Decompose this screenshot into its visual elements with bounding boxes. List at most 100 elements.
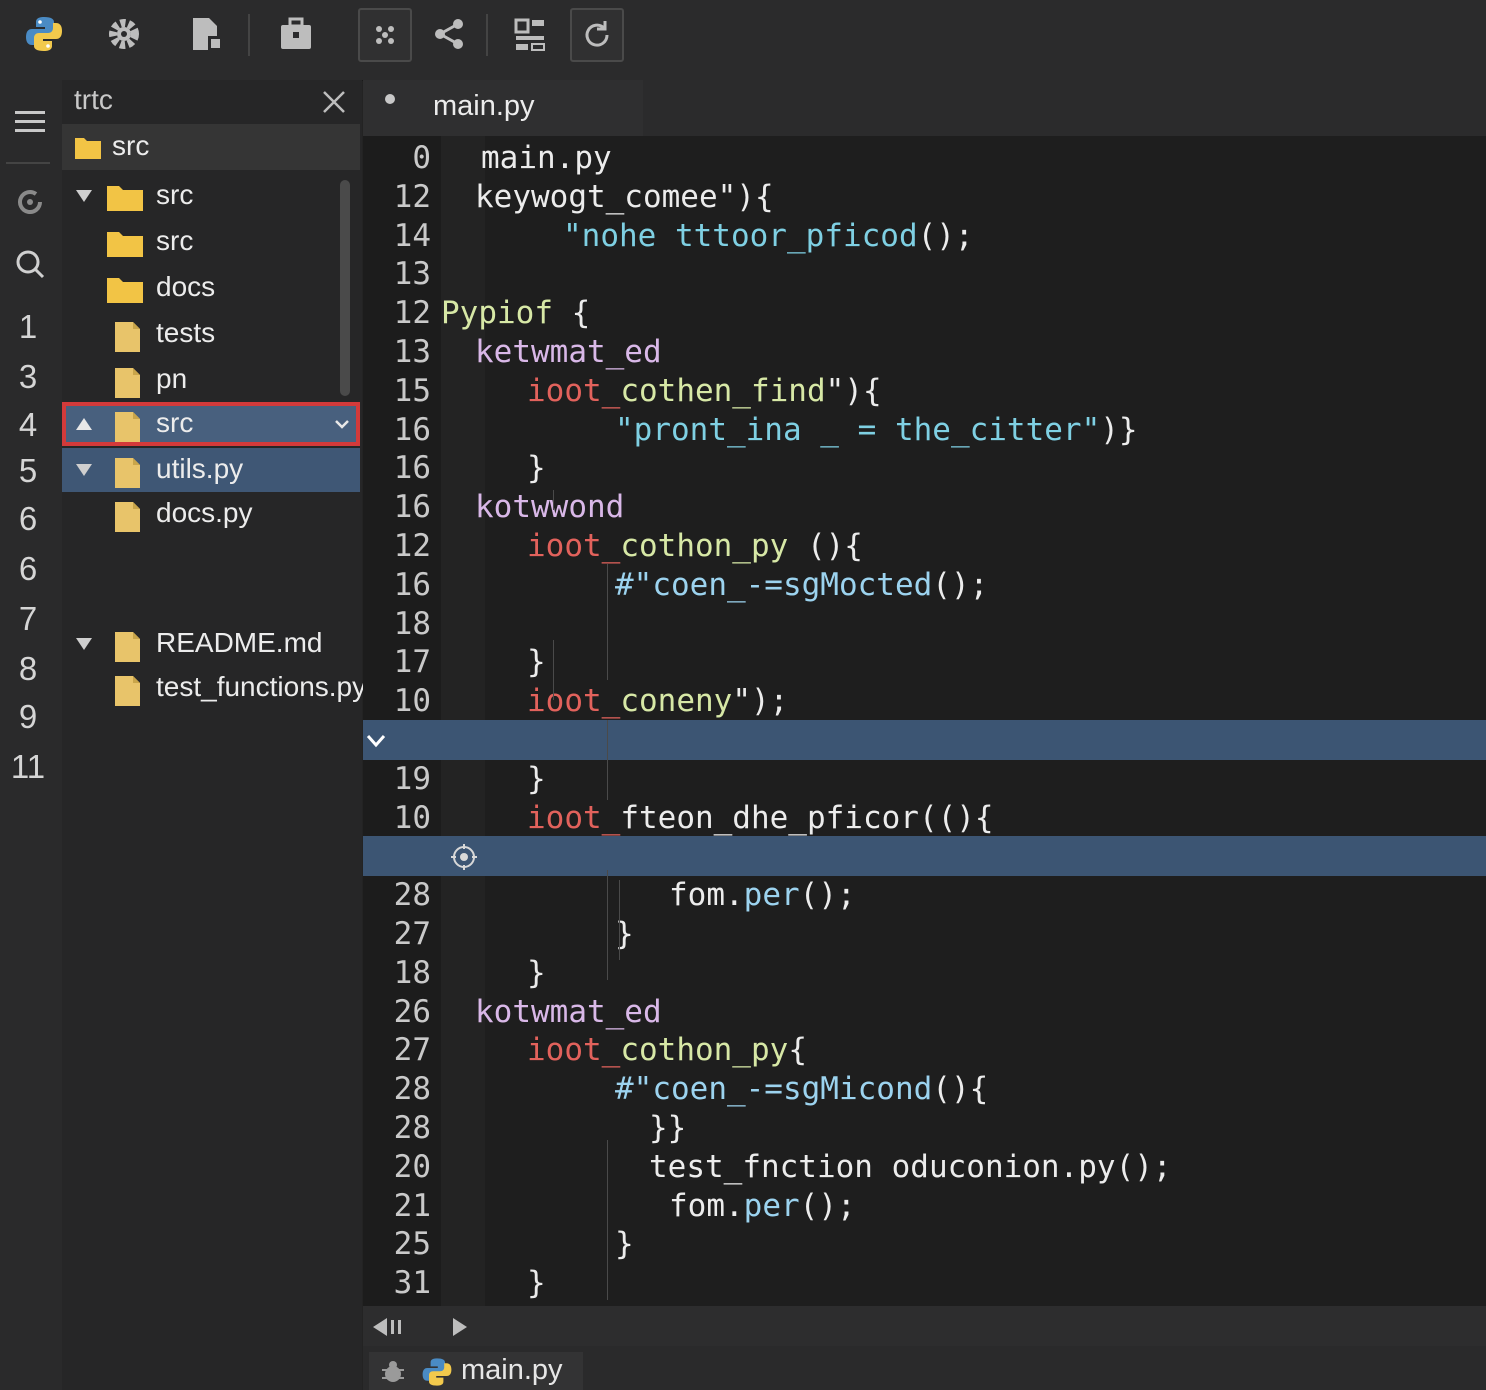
activity-number: 3 [18,358,38,395]
chevron-down-icon[interactable] [334,416,350,436]
line-number: 28 [393,1071,431,1108]
code-token: ioot_ [527,528,621,564]
tree-item-label: utils.py [156,453,244,484]
code-line: main.py [481,140,612,176]
code-token: #"coen_-=sgMocted [615,566,933,603]
caret-down-icon[interactable] [74,634,94,654]
code-token: (); [932,566,989,603]
explorer-root[interactable]: src [62,124,360,170]
tree-file-item[interactable]: README.md [62,622,360,666]
code-token: )} [1100,411,1138,448]
tree-item-label: src [156,179,194,210]
tree-folder-item[interactable]: docs [62,266,360,310]
close-icon[interactable] [318,86,350,118]
tab-main-py[interactable]: main.py [363,80,643,136]
highlighted-line [363,836,1486,877]
sync-icon[interactable] [8,180,52,224]
code-token: "nohe tttoor_pficod [563,217,918,254]
line-number: 16 [393,566,431,603]
settings-gear-icon[interactable] [100,10,148,58]
line-number: 16 [393,411,431,448]
code-token: { [552,295,591,332]
code-token: test_fnction oduconion.py(); [649,1148,1172,1185]
bottom-tab-main-py[interactable]: main.py [369,1352,583,1390]
briefcase-icon[interactable] [272,10,320,58]
code-line: "nohe tttoor_pficod(); [563,218,974,254]
tree-file-item[interactable]: pn [62,358,360,402]
search-icon[interactable] [8,242,52,286]
tree-file-item[interactable]: docs.py [62,492,360,536]
tree-folder-item[interactable]: src [62,220,360,264]
code-token: } [527,450,546,487]
code-token: Pypiof [441,295,553,332]
sidebar-scrollbar[interactable] [340,180,350,396]
line-number: 14 [393,217,431,254]
code-token: (); [799,877,856,914]
code-token: (); [917,217,974,254]
caret-down-icon[interactable] [74,460,94,480]
line-number: 18 [393,954,431,991]
tree-file-item[interactable]: test_functions.py [62,666,366,710]
folder-icon [75,138,101,159]
refresh-icon[interactable] [570,8,624,62]
code-token: } [615,916,634,952]
bottom-tab-bar: main.py [363,1346,1486,1390]
line-number: 16 [393,450,431,487]
explorer-header: trtc [62,80,362,124]
line-number: 13 [393,256,431,293]
tree-file-item[interactable]: src [62,402,360,446]
modified-dot-icon [385,94,395,104]
horizontal-scrollbar[interactable] [363,1306,1486,1346]
code-token: fom. [669,1187,744,1224]
top-toolbar [0,0,1486,81]
code-token: "pront_ina _ = the_citter" [615,411,1101,448]
line-number: 27 [393,1032,431,1069]
code-token: fom. [669,877,744,914]
fold-chevron-icon[interactable] [365,730,387,752]
menu-icon[interactable] [8,100,52,144]
indent-guide [553,490,554,510]
tree-item-label: pn [156,363,188,394]
bottom-tab-label: main.py [461,1354,563,1386]
highlighted-line [363,720,1486,760]
code-token: }} [649,1110,687,1146]
code-token: (){ [788,528,863,564]
code-token: per [743,877,800,914]
indent-guide [607,720,608,800]
code-token: (){ [932,1071,989,1108]
share-nodes-icon[interactable] [426,10,474,58]
breakpoint-icon[interactable] [449,842,479,872]
caret-down-icon[interactable] [74,186,94,206]
scroll-left-icon[interactable] [371,1316,405,1338]
code-token: } [527,1265,546,1302]
line-number: 27 [393,916,431,952]
line-number: 13 [393,334,431,370]
indent-guide [607,870,608,980]
code-editor: main.py 0 12 14 13 12 13 15 16 16 16 12 16 18 17 10 19 1… [363,80,1486,1390]
code-line: } [615,916,634,952]
code-line: }} [649,1110,686,1146]
code-token: "){ [825,372,882,409]
code-line: Pypiof { [441,295,590,331]
line-number: 21 [393,1187,431,1224]
code-token: ioot_ [527,799,621,836]
tree-folder-item[interactable]: src [62,174,360,218]
code-token: coneny [620,683,733,720]
indent-guide [607,564,608,680]
debug-dots-icon[interactable] [358,8,412,62]
code-line: ioot_cothen_find"){ [527,373,882,409]
activity-number: 9 [18,698,38,735]
editor-tab-bar: main.py [363,80,1486,136]
python-logo-icon[interactable] [20,10,68,58]
line-number: 17 [393,644,431,681]
activity-number: 1 [18,308,38,345]
new-file-icon[interactable] [182,10,230,58]
bug-icon [382,1361,404,1382]
tree-file-item[interactable]: tests [62,312,360,356]
scroll-right-icon[interactable] [449,1316,469,1338]
code-token: cothen_find [620,372,826,409]
indent-guide [619,880,620,960]
caret-up-icon[interactable] [74,414,94,434]
tree-file-item[interactable]: utils.py [62,448,360,492]
grid-layout-icon[interactable] [506,10,554,58]
